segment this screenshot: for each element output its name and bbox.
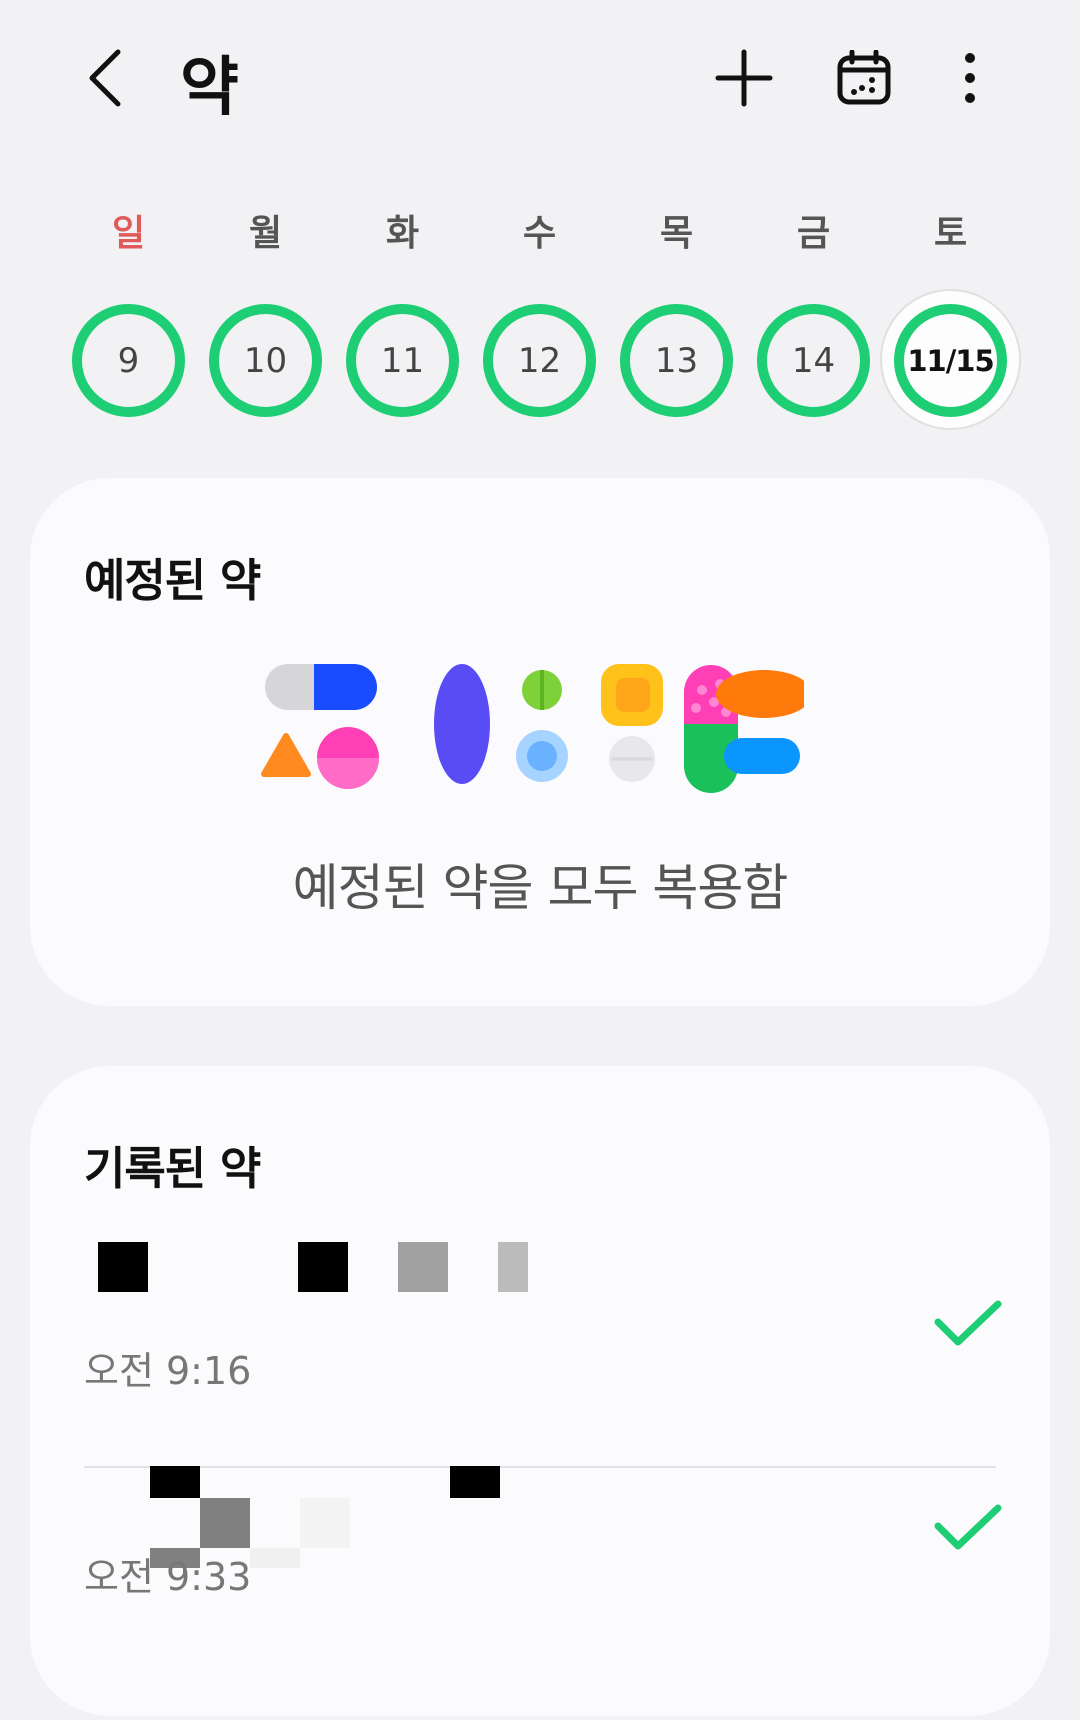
- calendar-button[interactable]: [828, 42, 900, 114]
- more-options-button[interactable]: [934, 42, 1006, 114]
- entry-time: 오전 9:33: [84, 1555, 252, 1599]
- day-name: 화: [385, 213, 420, 254]
- day-date: 9: [72, 304, 185, 417]
- plus-icon: [715, 49, 773, 107]
- day-sunday[interactable]: 일 9: [60, 200, 197, 440]
- week-strip: 일 9 월 10 화 11 수 12 목 13 금 14 토 11/15: [0, 200, 1080, 440]
- add-button[interactable]: [708, 42, 780, 114]
- day-date: 11/15: [894, 304, 1007, 417]
- day-date: 13: [620, 304, 733, 417]
- page-title: 약: [180, 51, 239, 125]
- app-header: 약: [0, 0, 1080, 160]
- logged-medicine-card: 기록된 약 오전 9:16 오전 9:33: [30, 1066, 1050, 1716]
- day-name: 금: [796, 213, 831, 254]
- day-date: 12: [483, 304, 596, 417]
- day-date: 10: [209, 304, 322, 417]
- day-name: 일: [111, 213, 146, 254]
- logged-entry[interactable]: 오전 9:33: [84, 1290, 1002, 1599]
- day-thursday[interactable]: 목 13: [608, 200, 745, 440]
- day-friday[interactable]: 금 14: [745, 200, 882, 440]
- day-saturday-today[interactable]: 토 11/15: [880, 200, 1021, 440]
- card-title: 예정된 약: [84, 554, 261, 607]
- day-tuesday[interactable]: 화 11: [334, 200, 471, 440]
- back-button[interactable]: [74, 42, 138, 114]
- chevron-left-icon: [89, 49, 121, 107]
- day-name: 수: [522, 213, 557, 254]
- day-date: 11: [346, 304, 459, 417]
- day-name: 월: [248, 213, 283, 254]
- calendar-icon: [837, 50, 891, 105]
- day-wednesday[interactable]: 수 12: [471, 200, 608, 440]
- day-name: 토: [933, 213, 968, 254]
- day-name: 목: [659, 213, 694, 254]
- pills-illustration: [261, 664, 804, 793]
- day-monday[interactable]: 월 10: [197, 200, 334, 440]
- scheduled-medicine-card: 예정된 약 예정된 약을 모두 복용함: [30, 478, 1050, 1006]
- logged-entry[interactable]: 오전 9:16: [84, 1066, 1002, 1393]
- day-date: 14: [757, 304, 870, 417]
- check-icon: [934, 1504, 1002, 1550]
- empty-message: 예정된 약을 모두 복용함: [292, 859, 789, 917]
- more-vertical-icon: [965, 53, 975, 103]
